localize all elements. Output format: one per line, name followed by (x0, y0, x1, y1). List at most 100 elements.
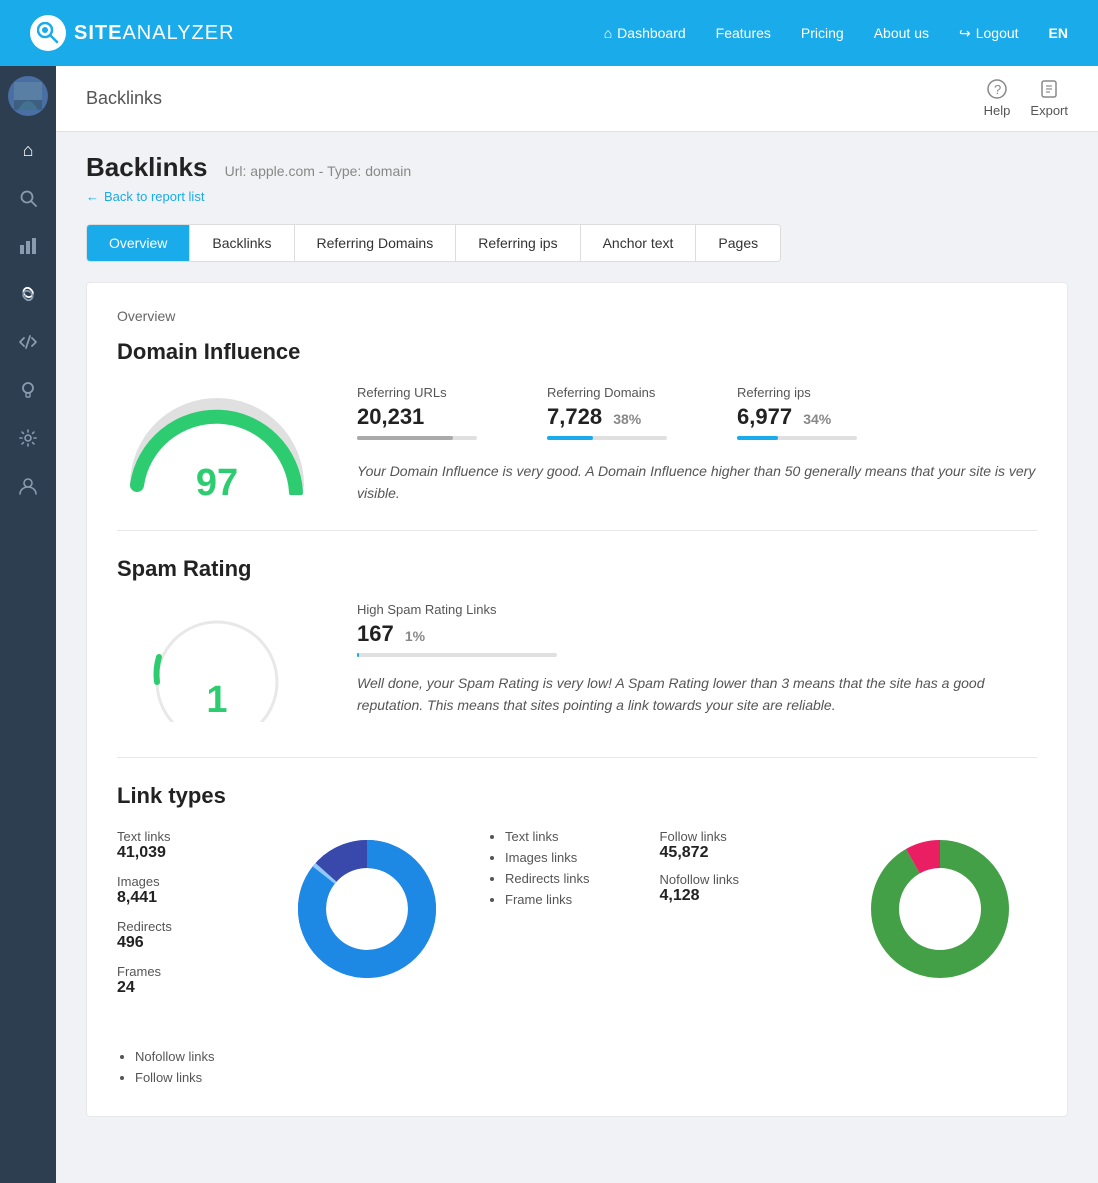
stat-value-ips: 6,977 34% (737, 404, 877, 430)
sidebar-links[interactable] (8, 274, 48, 314)
stat-pct-domains: 38% (613, 411, 641, 427)
redirects-stat: Redirects 496 (117, 919, 247, 952)
stat-referring-ips: Referring ips 6,977 34% (737, 385, 877, 440)
nav-features[interactable]: Features (716, 25, 771, 41)
nofollow-links-stat: Nofollow links 4,128 (660, 872, 820, 905)
nav-pricing[interactable]: Pricing (801, 25, 844, 41)
stat-referring-urls: Referring URLs 20,231 (357, 385, 497, 440)
redirects-value: 496 (117, 934, 247, 952)
stat-bar-urls (357, 436, 477, 440)
images-value: 8,441 (117, 889, 247, 907)
left-donut-svg (287, 829, 447, 989)
spam-score: 1 (117, 679, 317, 722)
tab-overview[interactable]: Overview (87, 225, 190, 261)
legend-images-links: Images links (505, 850, 590, 865)
text-links-label: Text links (117, 829, 247, 844)
report-title: Backlinks Url: apple.com - Type: domain (86, 152, 1068, 183)
section-label: Overview (117, 308, 1037, 324)
sidebar-user[interactable] (8, 466, 48, 506)
left-donut-chart (287, 829, 447, 989)
help-label: Help (984, 103, 1011, 118)
legend-redirects-links: Redirects links (505, 871, 590, 886)
top-navigation: SITEANALYZER ⌂ Dashboard Features Pricin… (0, 0, 1098, 66)
domain-influence-desc: Your Domain Influence is very good. A Do… (357, 460, 1037, 505)
right-donut-svg (860, 829, 1020, 989)
export-button[interactable]: Export (1030, 79, 1068, 118)
right-legend-list: Nofollow links Follow links (117, 1049, 214, 1085)
text-links-value: 41,039 (117, 844, 247, 862)
sidebar-search[interactable] (8, 178, 48, 218)
tab-backlinks[interactable]: Backlinks (190, 225, 294, 261)
redirects-label: Redirects (117, 919, 247, 934)
link-types-left-stats: Text links 41,039 Images 8,441 Redirects… (117, 829, 247, 1009)
tab-pages[interactable]: Pages (696, 225, 780, 261)
nav-logout[interactable]: ↪ Logout (959, 25, 1019, 42)
left-legend: Text links Images links Redirects links … (487, 829, 590, 913)
export-label: Export (1030, 103, 1068, 118)
language-selector[interactable]: EN (1049, 25, 1068, 41)
link-types-content: Text links 41,039 Images 8,441 Redirects… (117, 829, 1037, 1091)
text-links-stat: Text links 41,039 (117, 829, 247, 862)
spam-rating-content: 1 High Spam Rating Links 167 1% Well don… (117, 602, 1037, 732)
nav-dashboard[interactable]: ⌂ Dashboard (604, 25, 686, 41)
tab-referring-domains[interactable]: Referring Domains (295, 225, 457, 261)
stat-value-domains: 7,728 38% (547, 404, 687, 430)
legend-nofollow: Nofollow links (135, 1049, 214, 1064)
sidebar-bulb[interactable] (8, 370, 48, 410)
dashboard-icon: ⌂ (604, 25, 612, 41)
sidebar-code[interactable] (8, 322, 48, 362)
logo-icon (30, 15, 66, 51)
left-legend-list: Text links Images links Redirects links … (487, 829, 590, 907)
right-donut-chart (860, 829, 1020, 989)
header-actions: ? Help Export (984, 79, 1068, 118)
nofollow-label: Nofollow links (660, 872, 820, 887)
sidebar-chart[interactable] (8, 226, 48, 266)
domain-gauge: 97 (117, 385, 317, 505)
frames-value: 24 (117, 979, 247, 997)
stat-value-urls: 20,231 (357, 404, 497, 430)
avatar (8, 76, 48, 116)
logo[interactable]: SITEANALYZER (30, 15, 235, 51)
svg-text:?: ? (994, 82, 1001, 97)
stat-label-urls: Referring URLs (357, 385, 497, 400)
tab-referring-ips[interactable]: Referring ips (456, 225, 580, 261)
legend-text-links: Text links (505, 829, 590, 844)
sidebar: ⌂ (0, 66, 56, 1183)
stat-bar-ips (737, 436, 857, 440)
nav-links: ⌂ Dashboard Features Pricing About us ↪ … (604, 25, 1068, 42)
tab-anchor-text[interactable]: Anchor text (581, 225, 697, 261)
logo-text: SITEANALYZER (74, 22, 235, 45)
stat-label-domains: Referring Domains (547, 385, 687, 400)
page-header: Backlinks ? Help Export (56, 66, 1098, 132)
follow-links-stat: Follow links 45,872 (660, 829, 820, 862)
nofollow-value: 4,128 (660, 887, 820, 905)
follow-value: 45,872 (660, 844, 820, 862)
stat-pct-ips: 34% (803, 411, 831, 427)
sidebar-home[interactable]: ⌂ (8, 130, 48, 170)
right-legend: Nofollow links Follow links (117, 1049, 214, 1091)
spam-stat-value: 167 1% (357, 621, 1037, 647)
stat-referring-domains: Referring Domains 7,728 38% (547, 385, 687, 440)
domain-influence-title: Domain Influence (117, 339, 1037, 365)
divider (117, 530, 1037, 531)
link-types-title: Link types (117, 783, 1037, 809)
back-to-report[interactable]: ← Back to report list (86, 189, 1068, 204)
spam-stat-label: High Spam Rating Links (357, 602, 1037, 617)
follow-stats: Follow links 45,872 Nofollow links 4,128 (660, 829, 820, 915)
nav-about[interactable]: About us (874, 25, 929, 41)
sidebar-settings[interactable] (8, 418, 48, 458)
frames-stat: Frames 24 (117, 964, 247, 997)
spam-bar (357, 653, 557, 657)
help-button[interactable]: ? Help (984, 79, 1011, 118)
divider2 (117, 757, 1037, 758)
spam-stats: High Spam Rating Links 167 1% Well done,… (357, 602, 1037, 717)
stat-label-ips: Referring ips (737, 385, 877, 400)
spam-rating-title: Spam Rating (117, 556, 1037, 582)
follow-label: Follow links (660, 829, 820, 844)
frames-label: Frames (117, 964, 247, 979)
report-subtitle: Url: apple.com - Type: domain (225, 163, 412, 179)
spam-pct: 1% (405, 628, 425, 644)
images-stat: Images 8,441 (117, 874, 247, 907)
overview-section: Overview Domain Influence 97 (86, 282, 1068, 1117)
images-label: Images (117, 874, 247, 889)
